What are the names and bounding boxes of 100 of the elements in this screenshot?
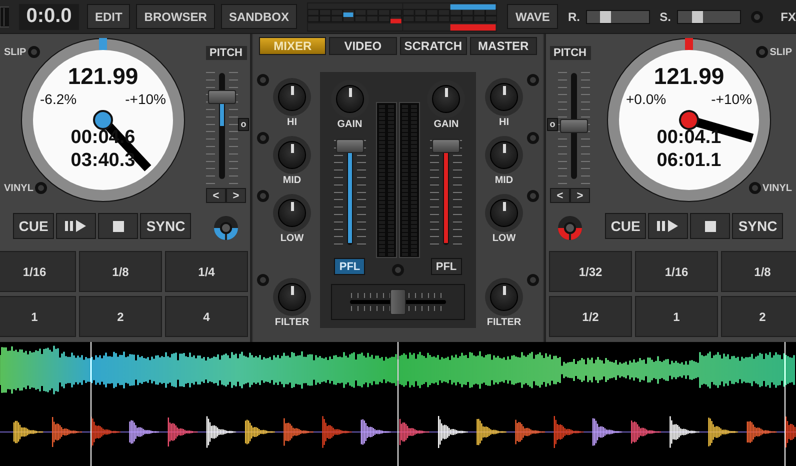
horizontal-slider[interactable] [586,10,650,24]
slider-label: S. [660,10,671,24]
loop-pad[interactable]: 2 [79,296,162,337]
fx-label: FX [780,10,796,24]
nudge-button[interactable]: > [570,188,590,203]
eq-kill-toggle[interactable] [257,190,269,202]
knob[interactable] [485,78,523,116]
mixer-tab[interactable]: MASTER [470,37,537,55]
pitch-readout: -6.2% [40,90,77,108]
eq-kill-toggle[interactable] [527,190,539,202]
eq-kill-toggle[interactable] [527,74,539,86]
cue-button[interactable]: CUE [604,213,646,239]
stop-icon [704,220,716,232]
stop-button[interactable] [690,213,730,239]
sync-button[interactable]: SYNC [732,213,784,239]
bpm-readout: 121.99 [68,62,138,90]
play-pause-icon [657,220,680,232]
loop-pad[interactable]: 1/8 [721,251,796,292]
pitch-slider-thumb[interactable] [208,90,236,104]
vinyl-label: VINYL [762,182,792,194]
toolbar-button[interactable]: BROWSER [136,4,215,29]
time-display: 0:0.0 [19,4,79,30]
mixer-tab[interactable]: SCRATCH [400,37,467,55]
stop-button[interactable] [98,213,138,239]
eq-kill-toggle[interactable] [257,132,269,144]
stop-icon [112,220,124,232]
pitch-slider-thumb[interactable] [560,119,588,133]
knob[interactable] [485,136,523,174]
toggle[interactable] [750,10,763,22]
knob-label: MID [282,175,302,186]
loop-pad[interactable]: 1/16 [0,251,76,292]
knob[interactable] [485,194,523,232]
crossfader[interactable] [331,284,465,320]
wave-button[interactable]: WAVE [507,4,558,29]
slip-toggle[interactable] [28,46,40,58]
remaining-time: 03:40.3 [70,149,136,172]
eq-kill-toggle[interactable] [527,274,539,286]
deck-indicator-icon [213,215,239,241]
horizontal-slider[interactable] [676,10,741,24]
bpm-readout: 121.99 [654,62,724,90]
toolbar-button[interactable]: SANDBOX [220,4,297,29]
vinyl-toggle[interactable] [35,182,48,194]
knob-label: FILTER [486,317,522,328]
knob-label: HI [499,117,509,128]
loop-pad[interactable]: 1/2 [549,296,632,337]
knob-label: MID [494,175,514,186]
deck-indicator-icon [557,215,583,241]
pitch-label: PITCH [550,46,590,60]
eq-kill-toggle[interactable] [257,274,269,286]
play-pause-icon [65,220,88,232]
elapsed-time: 00:04.1 [656,126,722,149]
loop-pad[interactable]: 1/16 [635,251,718,292]
knob-label: GAIN [434,119,459,130]
vinyl-toggle[interactable] [748,182,761,194]
nudge-button[interactable]: < [550,188,570,203]
play-pause-button[interactable] [648,213,688,239]
eq-kill-toggle[interactable] [527,132,539,144]
slider-label: R. [568,10,580,24]
slider-thumb[interactable] [600,10,612,22]
knob[interactable] [273,278,311,316]
pfl-button[interactable]: PFL [334,258,366,275]
knob-label: HI [287,117,297,128]
loop-pad[interactable]: 1/8 [79,251,162,292]
master-toggle[interactable] [392,264,404,276]
slip-label: SLIP [4,46,26,58]
pfl-button[interactable]: PFL [430,258,462,275]
eq-kill-toggle[interactable] [257,74,269,86]
loop-pad[interactable]: 4 [165,296,248,337]
crossfader-thumb[interactable] [390,289,406,315]
toolbar-button[interactable]: EDIT [86,4,130,29]
pitch-reset-button[interactable]: o [238,118,249,131]
play-pause-button[interactable] [56,213,96,239]
vinyl-label: VINYL [4,182,34,194]
loop-pad[interactable]: 1 [0,296,76,337]
mixer-tab[interactable]: VIDEO [329,37,396,55]
volume-fader-thumb[interactable] [432,139,460,153]
knob-label: GAIN [337,119,362,130]
knob[interactable] [273,78,311,116]
remaining-time: 06:01.1 [656,149,722,172]
cue-button[interactable]: CUE [12,213,54,239]
loop-pad[interactable]: 1/4 [165,251,248,292]
knob[interactable] [273,194,311,232]
loop-pad[interactable]: 1 [635,296,718,337]
nudge-button[interactable]: > [226,188,246,203]
knob-label: LOW [492,233,516,244]
knob-label: FILTER [274,317,310,328]
loop-pad[interactable]: 1/32 [549,251,632,292]
knob[interactable] [273,136,311,174]
pitch-range: -+10% [125,90,166,108]
knob[interactable] [485,278,523,316]
slip-toggle[interactable] [756,46,768,58]
volume-fader-thumb[interactable] [336,139,364,153]
slip-label: SLIP [770,46,792,58]
loop-pad[interactable]: 2 [721,296,796,337]
pitch-readout: +0.0% [626,90,666,108]
slider-thumb[interactable] [692,10,702,22]
knob-label: LOW [280,233,304,244]
pitch-reset-button[interactable]: o [547,118,558,131]
sync-button[interactable]: SYNC [140,213,192,239]
nudge-button[interactable]: < [206,188,226,203]
